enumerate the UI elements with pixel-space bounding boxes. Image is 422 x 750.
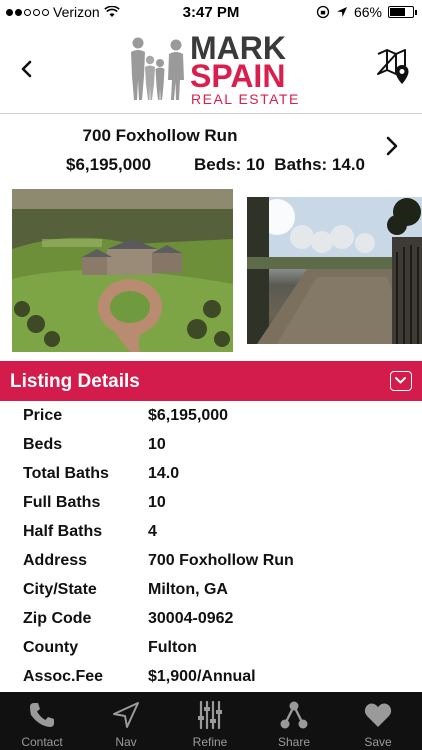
detail-row-city-state: City/State Milton, GA (0, 575, 422, 604)
detail-label: Price (23, 407, 63, 424)
detail-value: Fulton (148, 639, 197, 656)
detail-value: 30004-0962 (148, 610, 234, 627)
detail-row-full-baths: Full Baths 10 (0, 488, 422, 517)
tab-save[interactable]: Save (336, 692, 420, 750)
location-arrow-icon (336, 7, 347, 17)
detail-label: Beds (23, 436, 63, 453)
tab-share[interactable]: Share (252, 692, 336, 750)
back-button[interactable] (14, 54, 38, 84)
heart-icon (364, 703, 392, 727)
detail-row-total-baths: Total Baths 14.0 (0, 459, 422, 488)
next-listing-button[interactable] (382, 132, 402, 160)
listing-beds-baths: Beds: 10 Baths: 14.0 (194, 155, 366, 174)
listing-details-title: Listing Details (10, 371, 140, 392)
detail-row-half-baths: Half Baths 4 (0, 517, 422, 546)
brand-name-line2: SPAIN (190, 58, 286, 94)
detail-label: Half Baths (23, 523, 103, 540)
aerial-estate-photo[interactable] (12, 189, 233, 352)
chevron-down-icon (395, 377, 406, 384)
chevron-left-icon (21, 60, 32, 78)
battery-icon (388, 6, 417, 18)
tab-nav[interactable]: Nav (84, 692, 168, 750)
tab-refine[interactable]: Refine (168, 692, 252, 750)
detail-row-address: Address 700 Foxhollow Run (0, 546, 422, 575)
listing-price: $6,195,000 (66, 155, 152, 174)
tab-contact[interactable]: Contact (0, 692, 84, 750)
listing-address: 700 Foxhollow Run (82, 126, 238, 145)
detail-row-price: Price $6,195,000 (0, 401, 422, 430)
detail-value: 700 Foxhollow Run (148, 552, 294, 569)
detail-label: Address (23, 552, 88, 569)
status-bar: Verizon 3:47 PM 66% (0, 0, 422, 26)
detail-label: Full Baths (23, 494, 101, 511)
detail-value: 10 (148, 436, 166, 453)
navigation-arrow-icon (113, 702, 139, 728)
family-logo-icon (131, 37, 184, 100)
detail-label: Total Baths (23, 465, 109, 482)
tab-label: Refine (192, 735, 228, 749)
detail-row-zip-code: Zip Code 30004-0962 (0, 604, 422, 633)
bottom-tab-bar: Contact Nav Refine Share Save (0, 692, 422, 750)
listing-summary: 700 Foxhollow Run $6,195,000 Beds: 10 Ba… (0, 114, 422, 184)
listing-details-header[interactable]: Listing Details (0, 361, 422, 401)
share-icon (280, 701, 308, 729)
detail-value: Milton, GA (148, 581, 228, 598)
detail-value: $6,195,000 (148, 407, 229, 424)
tab-label: Share (277, 735, 311, 749)
app-header: MARK SPAIN REAL ESTATE (0, 26, 422, 114)
map-button[interactable] (376, 48, 412, 88)
battery-percent: 66% (353, 4, 382, 20)
aerial-estate-illustration (12, 189, 233, 352)
map-pin-icon (377, 49, 409, 84)
detail-label: Assoc.Fee (23, 668, 104, 685)
detail-value: 14.0 (148, 465, 180, 482)
detail-label: City/State (23, 581, 97, 598)
detail-row-assoc-fee: Assoc.Fee $1,900/Annual (0, 662, 422, 691)
tab-label: Save (364, 735, 392, 749)
rotation-lock-icon (316, 5, 330, 19)
tab-label: Nav (115, 735, 137, 749)
tab-label: Contact (21, 735, 63, 749)
detail-label: Zip Code (23, 610, 92, 627)
gated-driveway-photo[interactable] (247, 197, 422, 344)
detail-value: $1,900/Annual (148, 668, 256, 685)
driveway-illustration (247, 197, 422, 344)
detail-value: 10 (148, 494, 166, 511)
detail-value: 4 (148, 523, 157, 540)
chevron-right-icon (386, 136, 398, 156)
detail-row-beds: Beds 10 (0, 430, 422, 459)
detail-row-county: County Fulton (0, 633, 422, 662)
status-right: 66% (316, 4, 417, 20)
detail-label: County (23, 639, 79, 656)
phone-icon (30, 703, 54, 727)
sliders-icon (198, 700, 222, 730)
brand-name-line3: REAL ESTATE (191, 91, 300, 107)
collapse-details-button[interactable] (390, 371, 412, 391)
